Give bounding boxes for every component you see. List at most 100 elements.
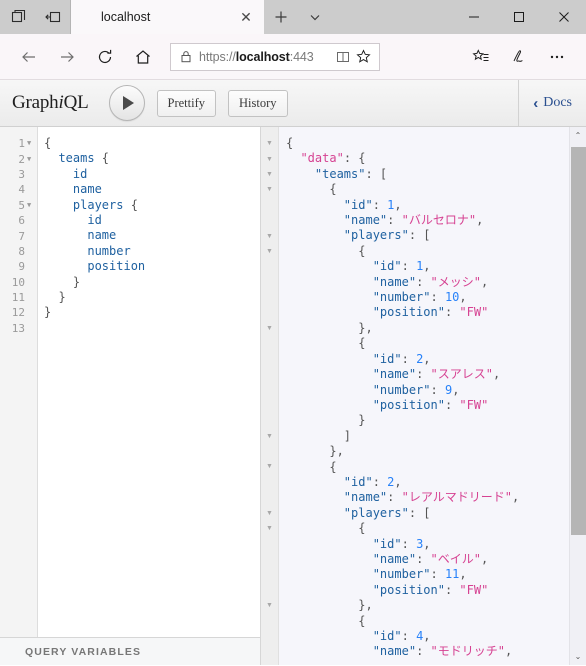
fold-triangle-icon[interactable]: ▼: [266, 510, 273, 517]
scroll-down-arrow[interactable]: ⌄: [570, 648, 586, 665]
code-line: "id": 2,: [286, 352, 586, 367]
response-gutter-row: ▼: [261, 521, 278, 536]
minimize-button[interactable]: [451, 0, 496, 34]
home-button[interactable]: [124, 38, 162, 76]
code-token: },: [286, 598, 373, 613]
code-token: "id": [372, 629, 402, 643]
history-button[interactable]: History: [228, 89, 288, 117]
code-line: "number": 11,: [286, 567, 586, 582]
code-token: "id": [343, 474, 373, 489]
new-tab-button[interactable]: [264, 0, 298, 34]
response-gutter-row: ▼: [261, 244, 278, 259]
browser-tab-localhost[interactable]: localhost ✕: [71, 0, 264, 34]
lock-icon: [177, 48, 195, 66]
code-token: ,: [476, 213, 484, 228]
query-editor[interactable]: 1▼2▼3▼4▼5▼6▼7▼8▼9▼10▼11▼12▼13▼ { teams {…: [0, 127, 260, 637]
code-token: }: [44, 305, 52, 320]
code-line: {: [286, 336, 586, 351]
code-token: "name": [343, 490, 388, 505]
fold-triangle-icon[interactable]: ▼: [266, 156, 273, 163]
query-code-text[interactable]: { teams { id name players { id name numb…: [38, 127, 260, 637]
code-line: "id": 4,: [286, 629, 586, 644]
url-port: :443: [289, 49, 314, 64]
code-token: "number": [372, 567, 431, 582]
response-gutter-row: ▼: [261, 305, 278, 320]
code-token: "position": [372, 305, 445, 320]
code-token: ,: [511, 490, 520, 505]
query-variables-bar[interactable]: QUERY VARIABLES: [0, 637, 260, 665]
tab-preview-icon[interactable]: [8, 6, 30, 28]
fold-triangle-icon[interactable]: ▼: [266, 525, 273, 532]
code-token: {: [286, 243, 366, 258]
code-line: "id": 2,: [286, 475, 586, 490]
line-number-label: 5: [18, 198, 25, 212]
code-token: :: [416, 274, 431, 289]
response-gutter-row: ▼: [261, 136, 278, 151]
code-line: "name": "バルセロナ",: [286, 213, 586, 228]
code-line: position: [44, 259, 260, 274]
back-button[interactable]: [10, 38, 48, 76]
code-token: players: [72, 197, 124, 212]
fold-triangle-icon[interactable]: ▼: [266, 140, 273, 147]
execute-query-button[interactable]: [108, 85, 145, 121]
response-json-text: { "data": { "teams": [ { "id": 1, "name"…: [279, 127, 586, 665]
fold-triangle-icon[interactable]: ▼: [266, 248, 273, 255]
url-text: https://localhost:443: [195, 50, 333, 64]
favorites-hub-icon[interactable]: [462, 38, 500, 76]
line-number: 9▼: [0, 259, 37, 274]
scroll-up-arrow[interactable]: ⌃: [570, 127, 586, 144]
response-gutter-row: ▼: [261, 228, 278, 243]
forward-button[interactable]: [48, 38, 86, 76]
set-tabs-aside-icon[interactable]: [42, 6, 64, 28]
code-line: },: [286, 444, 586, 459]
code-token: ,: [394, 197, 402, 212]
code-token: "name": [372, 644, 417, 659]
browser-nav-bar: https://localhost:443: [0, 34, 586, 80]
line-number: 5 ▼: [0, 198, 37, 213]
reading-view-icon[interactable]: [333, 47, 353, 67]
line-number-label: 1: [18, 137, 25, 151]
code-token: },: [286, 320, 373, 335]
code-token: "id": [372, 351, 402, 366]
code-line: id: [44, 213, 260, 228]
close-window-button[interactable]: [541, 0, 586, 34]
address-bar[interactable]: https://localhost:443: [170, 42, 380, 71]
code-line: {: [286, 182, 586, 197]
fold-triangle-icon[interactable]: ▼: [27, 140, 34, 147]
line-number: 12▼: [0, 305, 37, 320]
code-token: :: [387, 490, 402, 505]
code-token: "FW": [459, 305, 489, 320]
fold-triangle-icon[interactable]: ▼: [266, 602, 273, 609]
maximize-button[interactable]: [496, 0, 541, 34]
code-token: :: [416, 367, 431, 382]
docs-button[interactable]: ‹ Docs: [518, 80, 576, 126]
line-number-label: 4: [18, 183, 25, 197]
code-line: }: [44, 305, 260, 320]
star-icon[interactable]: [353, 47, 373, 67]
fold-triangle-icon[interactable]: ▼: [266, 233, 273, 240]
line-number-label: 3: [18, 167, 25, 181]
fold-triangle-icon[interactable]: ▼: [27, 155, 34, 163]
settings-more-button[interactable]: [538, 38, 576, 76]
close-icon[interactable]: ✕: [236, 7, 256, 27]
code-token: "id": [372, 536, 402, 551]
fold-triangle-icon[interactable]: ▼: [266, 433, 273, 440]
fold-triangle-icon[interactable]: ▼: [266, 463, 273, 470]
fold-triangle-icon[interactable]: ▼: [266, 325, 273, 332]
page-scrollbar[interactable]: ⌃ ⌄: [569, 127, 586, 665]
fold-triangle-icon[interactable]: ▼: [266, 171, 273, 178]
web-note-pen-icon[interactable]: [500, 38, 538, 76]
fold-triangle-icon[interactable]: ▼: [266, 186, 273, 193]
prettify-button[interactable]: Prettify: [156, 89, 217, 117]
scrollbar-thumb[interactable]: [571, 147, 586, 535]
chevron-down-icon[interactable]: [298, 0, 332, 34]
code-line: "players": [: [286, 506, 586, 521]
refresh-button[interactable]: [86, 38, 124, 76]
fold-triangle-icon[interactable]: ▼: [27, 201, 34, 209]
code-token: 11: [444, 567, 460, 582]
